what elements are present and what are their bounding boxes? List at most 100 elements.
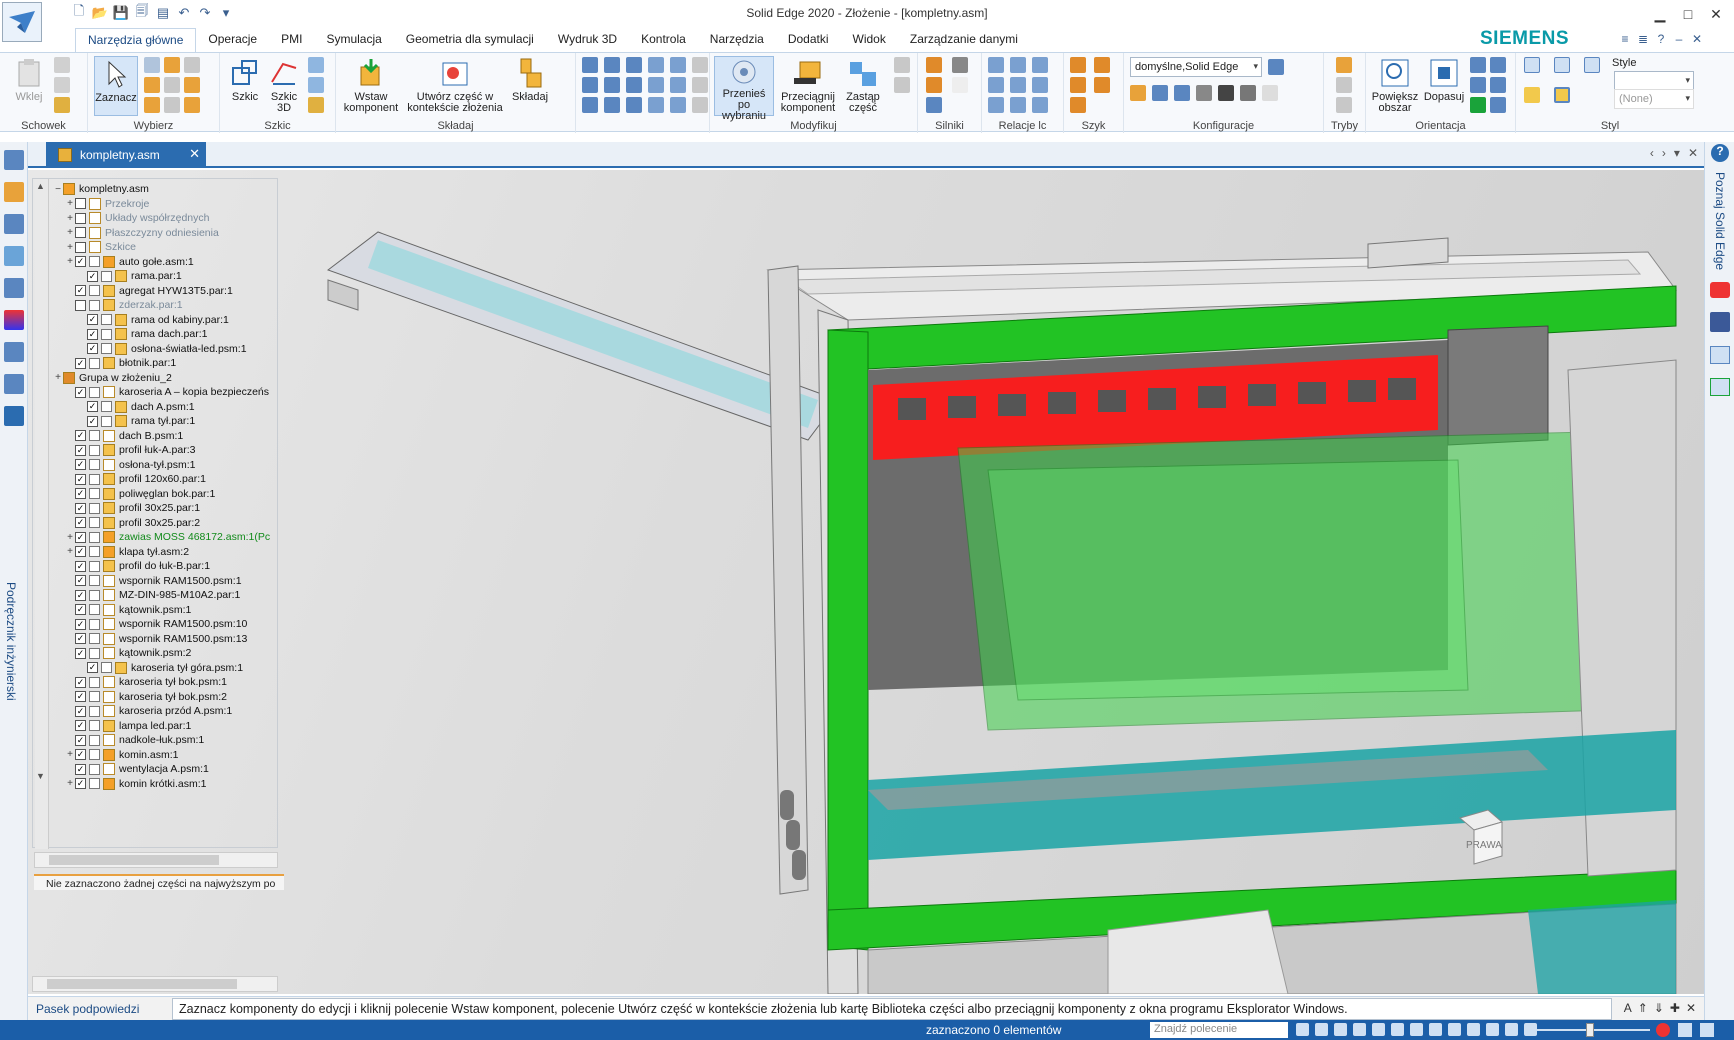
close-doc-icon[interactable]: ✕ (1690, 32, 1704, 46)
visibility-checkbox[interactable]: ✓ (87, 415, 98, 427)
motor-icon[interactable] (926, 57, 942, 73)
pattern-along-icon[interactable] (1094, 77, 1110, 93)
tab-list-icon[interactable]: ▾ (1674, 146, 1680, 160)
view-front-icon[interactable] (1554, 57, 1570, 73)
parallel-icon[interactable] (648, 57, 664, 73)
minimize-button[interactable]: ▁ (1646, 2, 1674, 26)
shaded-edges-icon[interactable] (1554, 87, 1570, 103)
visibility-checkbox[interactable]: ✓ (75, 647, 86, 659)
layout-icon[interactable]: ≡ (1618, 32, 1632, 46)
zones-icon[interactable] (1262, 85, 1278, 101)
view-top-icon[interactable] (1584, 57, 1600, 73)
pan-icon[interactable] (1490, 57, 1506, 73)
layers-icon[interactable] (4, 182, 24, 202)
pin-icon[interactable]: ✚ (1670, 1001, 1680, 1015)
hint-close-icon[interactable]: ✕ (1686, 1001, 1696, 1015)
hint-bar-label[interactable]: Pasek podpowiedzi (36, 1002, 139, 1016)
collapse-icon[interactable]: ⇑ (1638, 1001, 1648, 1015)
news-icon[interactable] (1710, 346, 1730, 364)
maximize-button[interactable]: □ (1674, 2, 1702, 26)
style-select[interactable]: ▾ (1614, 71, 1694, 91)
forms-icon[interactable] (1710, 378, 1730, 396)
select-group-icon[interactable] (144, 77, 160, 93)
insert-icon[interactable] (582, 77, 598, 93)
explode-icon[interactable] (1240, 85, 1256, 101)
tree-vertical-scrollbar[interactable]: ▲ ▼ (35, 179, 49, 849)
rotate-icon[interactable] (1470, 77, 1486, 93)
tree-toggle-icon[interactable]: + (65, 778, 75, 789)
rigid-icon[interactable] (582, 97, 598, 113)
cut-icon[interactable] (54, 57, 70, 73)
pathfinder-icon[interactable] (4, 150, 24, 170)
help-icon[interactable]: ? (1654, 32, 1668, 46)
status-grid-icon[interactable] (1505, 1023, 1518, 1036)
angle-icon[interactable] (670, 57, 686, 73)
mode-tool-icon[interactable] (1336, 77, 1352, 93)
status-window-icon[interactable] (1315, 1023, 1328, 1036)
visibility-checkbox[interactable]: ✓ (75, 618, 86, 630)
cam-icon[interactable] (670, 77, 686, 93)
visibility-checkbox[interactable]: ✓ (75, 589, 86, 601)
tab-symulacja[interactable]: Symulacja (314, 28, 393, 52)
drag-component-button[interactable]: Przeciągnij komponent (776, 56, 840, 114)
status-view-icon[interactable] (1429, 1023, 1442, 1036)
hide-icon[interactable] (1174, 85, 1190, 101)
tree-toggle-icon[interactable]: − (53, 184, 63, 195)
shaded-icon[interactable] (1524, 87, 1540, 103)
sensors-icon[interactable] (4, 342, 24, 362)
tab-right-icon[interactable]: › (1662, 146, 1666, 160)
grid-icon[interactable] (692, 57, 708, 73)
select-assembly-icon[interactable] (184, 57, 200, 73)
relation-show-icon[interactable] (988, 57, 1004, 73)
visibility-checkbox[interactable]: ✓ (87, 314, 98, 325)
tab-narzedzia[interactable]: Narzędzia (698, 28, 776, 52)
path-icon[interactable] (692, 77, 708, 93)
minimize-ribbon-icon[interactable]: – (1672, 32, 1686, 46)
visibility-checkbox[interactable]: ✓ (75, 778, 86, 789)
visibility-checkbox[interactable]: ✓ (75, 705, 86, 717)
engineering-ref-icon[interactable] (4, 374, 24, 394)
sketch-button[interactable]: Szkic (226, 56, 264, 103)
visibility-checkbox[interactable]: ✓ (75, 734, 86, 746)
tab-wydruk-3d[interactable]: Wydruk 3D (546, 28, 629, 52)
visibility-checkbox[interactable]: ✓ (75, 531, 86, 543)
document-tab[interactable]: kompletny.asm ✕ (46, 142, 206, 168)
select-box-icon[interactable] (184, 77, 200, 93)
sketch-3d-button[interactable]: Szkic 3D (266, 56, 302, 114)
status-arrow-icon[interactable] (1296, 1023, 1309, 1036)
tab-widok[interactable]: Widok (841, 28, 898, 52)
visibility-checkbox[interactable]: ✓ (75, 473, 86, 485)
relation-c-icon[interactable] (1032, 77, 1048, 93)
select-parts-icon[interactable] (164, 57, 180, 73)
visibility-checkbox[interactable] (75, 227, 86, 238)
axial-icon[interactable] (626, 57, 642, 73)
tree-toggle-icon[interactable]: + (65, 256, 75, 267)
visibility-checkbox[interactable]: ✓ (75, 517, 86, 528)
mode-pen-icon[interactable] (1336, 97, 1352, 113)
visibility-checkbox[interactable]: ✓ (75, 430, 86, 441)
visibility-checkbox[interactable]: ✓ (87, 328, 98, 340)
configuration-manage-icon[interactable] (1268, 59, 1284, 75)
status-settings-icon[interactable] (1700, 1023, 1714, 1037)
snapshot-icon[interactable] (1218, 85, 1234, 101)
style-none-select[interactable]: (None) ▾ (1614, 89, 1694, 109)
select-visible-icon[interactable] (144, 97, 160, 113)
visibility-checkbox[interactable]: ✓ (87, 343, 98, 354)
camera-icon[interactable] (1196, 85, 1212, 101)
flip-icon[interactable] (670, 97, 686, 113)
status-monitor-icon[interactable] (1678, 1023, 1692, 1037)
visibility-checkbox[interactable]: ✓ (75, 357, 86, 369)
replace-part-button[interactable]: Zastąp część (840, 56, 886, 114)
visibility-checkbox[interactable]: ✓ (75, 575, 86, 586)
visibility-checkbox[interactable]: ✓ (75, 560, 86, 572)
visibility-checkbox[interactable]: ✓ (75, 676, 86, 688)
visibility-checkbox[interactable] (75, 241, 86, 253)
visibility-checkbox[interactable]: ✓ (75, 720, 86, 731)
tree-toggle-icon[interactable]: + (65, 227, 75, 238)
duplicate-icon[interactable] (894, 77, 910, 93)
tree-toggle-icon[interactable]: + (65, 546, 75, 557)
assembly-model-view[interactable]: PRAWA (28, 170, 1704, 994)
create-part-in-place-button[interactable]: Utwórz część w kontekście złożenia (402, 56, 508, 114)
visibility-checkbox[interactable]: ✓ (75, 256, 86, 267)
visibility-checkbox[interactable]: ✓ (75, 459, 86, 470)
